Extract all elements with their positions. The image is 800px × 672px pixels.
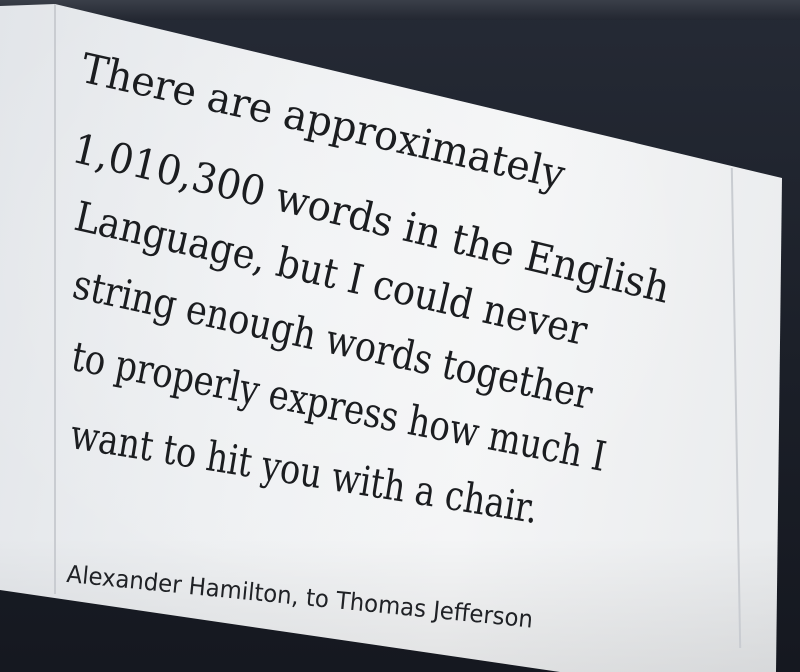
quote-block: There are approximately 1,010,300 words … [0, 0, 800, 672]
quote-attribution: Alexander Hamilton, to Thomas Jefferson [65, 560, 535, 634]
photo-scene: There are approximately 1,010,300 words … [0, 0, 800, 672]
